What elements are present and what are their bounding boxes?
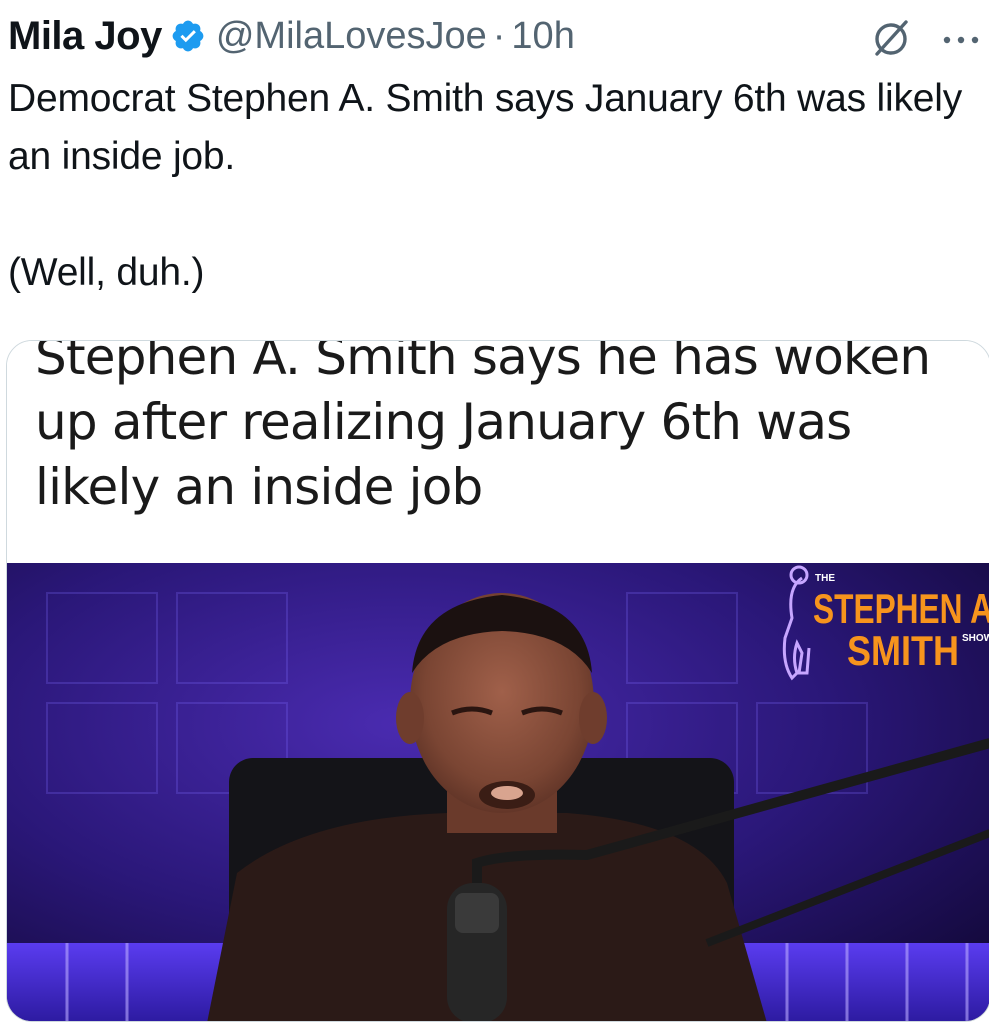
separator-dot: · bbox=[492, 14, 506, 57]
grok-icon[interactable] bbox=[871, 18, 911, 58]
tweet-text-line: Democrat Stephen A. Smith says January 6… bbox=[8, 77, 963, 178]
media-attachment[interactable]: Stephen A. Smith says he has woken up af… bbox=[6, 340, 989, 1022]
tweet-text: Democrat Stephen A. Smith says January 6… bbox=[8, 70, 983, 302]
handle[interactable]: @MilaLovesJoe bbox=[216, 15, 487, 58]
logo-suffix: SHOW bbox=[962, 633, 989, 644]
tweet-header: Mila Joy @MilaLovesJoe · 10h bbox=[8, 8, 983, 64]
display-name[interactable]: Mila Joy bbox=[8, 14, 162, 59]
verified-badge-icon bbox=[172, 20, 204, 52]
logo-prefix: THE bbox=[815, 573, 835, 584]
more-icon[interactable] bbox=[939, 18, 983, 58]
timestamp[interactable]: 10h bbox=[511, 15, 574, 58]
logo-line1: STEPHEN A bbox=[813, 585, 989, 632]
video-caption: Stephen A. Smith says he has woken up af… bbox=[35, 341, 931, 516]
video-frame[interactable]: THE STEPHEN A SMITH SHOW bbox=[7, 563, 989, 1022]
logo-line2: SMITH bbox=[847, 627, 959, 674]
video-caption-panel: Stephen A. Smith says he has woken up af… bbox=[7, 341, 989, 563]
tweet-text-line: (Well, duh.) bbox=[8, 251, 205, 294]
